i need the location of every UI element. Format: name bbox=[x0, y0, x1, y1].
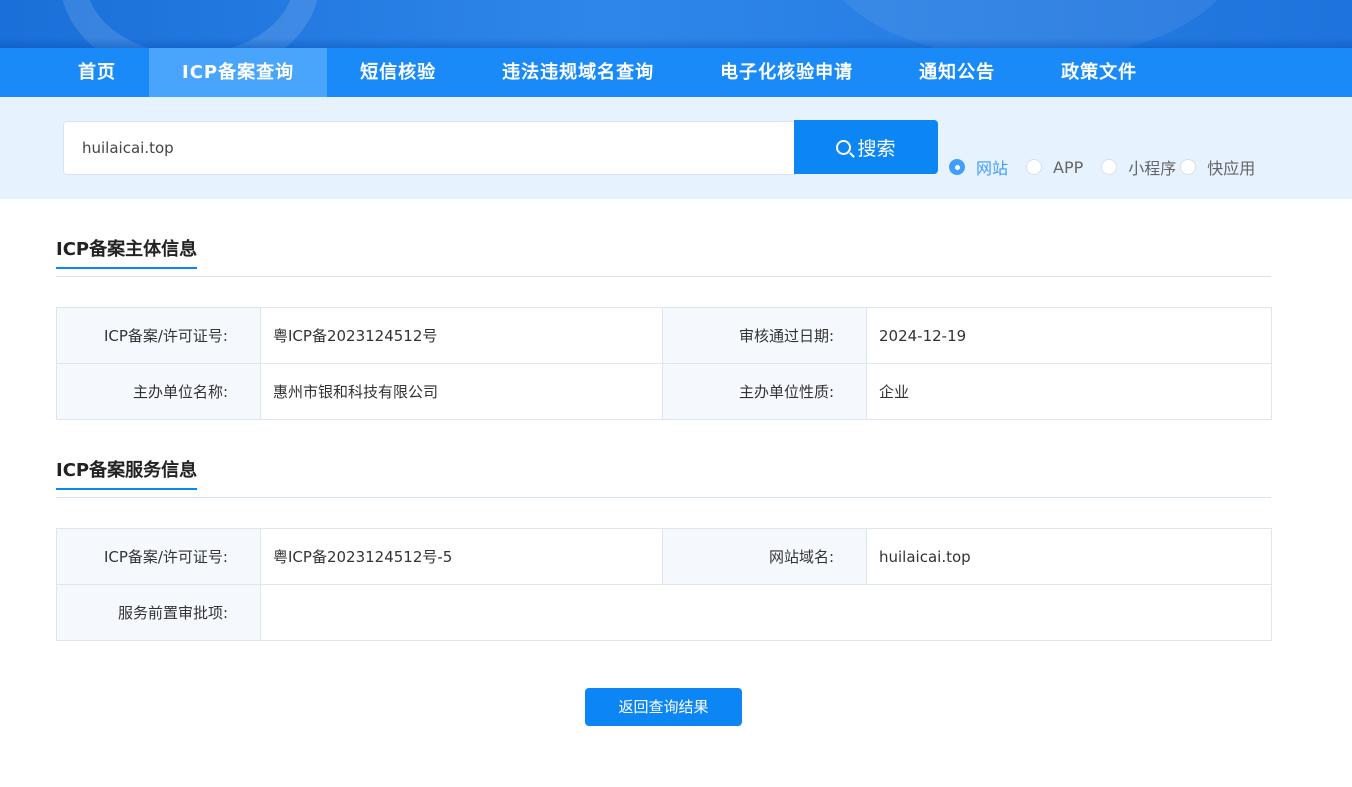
nav-item-policy[interactable]: 政策文件 bbox=[1028, 48, 1170, 97]
nav-item-e-verify[interactable]: 电子化核验申请 bbox=[687, 48, 886, 97]
service-info-table: ICP备案/许可证号: 粤ICP备2023124512号-5 网站域名: hui… bbox=[56, 528, 1272, 641]
field-value: 惠州市银和科技有限公司 bbox=[260, 363, 663, 420]
field-label: ICP备案/许可证号: bbox=[56, 307, 261, 364]
field-label: 服务前置审批项: bbox=[56, 584, 261, 641]
field-label: 主办单位性质: bbox=[662, 363, 867, 420]
radio-checked-icon bbox=[949, 159, 965, 175]
nav-item-sms-verify[interactable]: 短信核验 bbox=[327, 48, 469, 97]
radio-unchecked-icon bbox=[1180, 159, 1197, 175]
table-row: 服务前置审批项: bbox=[56, 584, 1272, 641]
search-type-group: 网站 APP 小程序 快应用 bbox=[949, 155, 1255, 179]
back-area: 返回查询结果 bbox=[0, 688, 1352, 726]
radio-label: APP bbox=[1053, 157, 1084, 177]
nav-item-icp-query[interactable]: ICP备案查询 bbox=[149, 48, 328, 97]
field-value bbox=[260, 584, 1272, 641]
field-value: 2024-12-19 bbox=[866, 307, 1272, 364]
radio-website[interactable]: 网站 bbox=[949, 155, 1008, 179]
radio-quick-app[interactable]: 快应用 bbox=[1180, 155, 1255, 179]
table-row: ICP备案/许可证号: 粤ICP备2023124512号 审核通过日期: 202… bbox=[56, 307, 1272, 364]
search-icon bbox=[836, 139, 852, 155]
field-label: 网站域名: bbox=[662, 528, 867, 585]
nav-item-home[interactable]: 首页 bbox=[45, 48, 149, 97]
table-row: ICP备案/许可证号: 粤ICP备2023124512号-5 网站域名: hui… bbox=[56, 528, 1272, 585]
search-button-label: 搜索 bbox=[857, 137, 896, 160]
search-area: 搜索 网站 APP 小程序 快应用 bbox=[0, 97, 1352, 199]
table-row: 主办单位名称: 惠州市银和科技有限公司 主办单位性质: 企业 bbox=[56, 363, 1272, 420]
radio-app[interactable]: APP bbox=[1026, 158, 1083, 177]
field-label: 审核通过日期: bbox=[662, 307, 867, 364]
service-info-header: ICP备案服务信息 bbox=[56, 420, 1271, 498]
subject-info-header: ICP备案主体信息 bbox=[56, 199, 1271, 277]
header-banner bbox=[0, 0, 1352, 48]
radio-label: 网站 bbox=[976, 159, 1009, 178]
radio-mini-program[interactable]: 小程序 bbox=[1101, 155, 1176, 179]
section-title: ICP备案服务信息 bbox=[56, 456, 198, 490]
back-to-results-button[interactable]: 返回查询结果 bbox=[585, 688, 742, 726]
field-value: 粤ICP备2023124512号 bbox=[260, 307, 663, 364]
search-button[interactable]: 搜索 bbox=[794, 120, 938, 174]
field-label: 主办单位名称: bbox=[56, 363, 261, 420]
subject-info-table: ICP备案/许可证号: 粤ICP备2023124512号 审核通过日期: 202… bbox=[56, 307, 1272, 420]
field-value: 粤ICP备2023124512号-5 bbox=[260, 528, 663, 585]
field-value: huilaicai.top bbox=[866, 528, 1272, 585]
main-nav: 首页 ICP备案查询 短信核验 违法违规域名查询 电子化核验申请 通知公告 政策… bbox=[0, 48, 1352, 97]
radio-label: 快应用 bbox=[1207, 159, 1256, 178]
nav-item-illegal-domain[interactable]: 违法违规域名查询 bbox=[469, 48, 687, 97]
radio-label: 小程序 bbox=[1128, 159, 1177, 178]
section-title: ICP备案主体信息 bbox=[56, 235, 198, 269]
radio-unchecked-icon bbox=[1026, 159, 1043, 175]
nav-item-notice[interactable]: 通知公告 bbox=[886, 48, 1028, 97]
field-value: 企业 bbox=[866, 363, 1272, 420]
search-input[interactable] bbox=[63, 121, 796, 175]
radio-unchecked-icon bbox=[1101, 159, 1118, 175]
field-label: ICP备案/许可证号: bbox=[56, 528, 261, 585]
